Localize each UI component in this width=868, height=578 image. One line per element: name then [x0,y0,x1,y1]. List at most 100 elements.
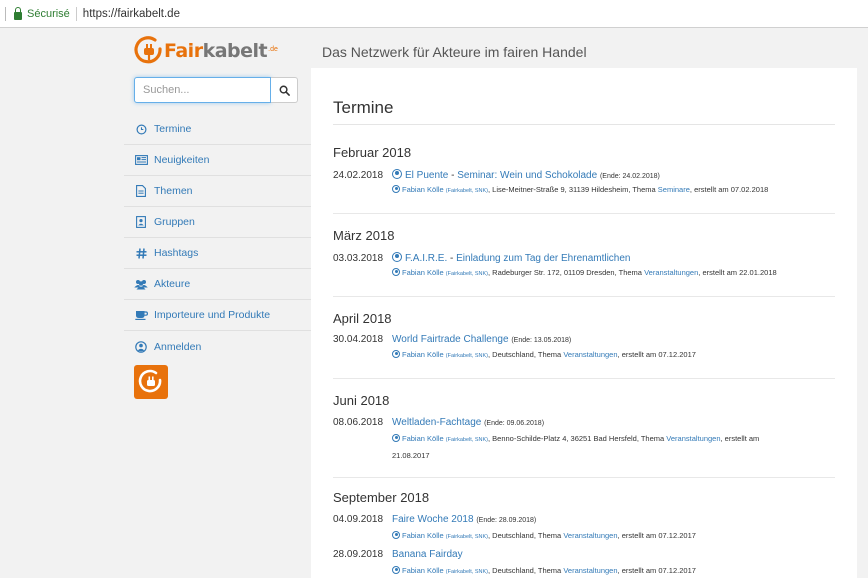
author-link[interactable]: Fabian Kölle [402,350,444,359]
event-title-dash: - [447,253,457,264]
topic-link[interactable]: Veranstaltungen [563,350,617,359]
event-title-link[interactable]: Faire Woche 2018 [392,514,474,525]
user-pin-icon [392,566,400,574]
event-organizer-link[interactable]: El Puente [405,170,448,181]
event-title-link[interactable]: World Fairtrade Challenge [392,334,509,345]
logo-text-b: kabelt [202,40,268,62]
search-icon [279,85,290,96]
fairkabelt-badge[interactable] [134,365,168,399]
month-divider [333,477,835,478]
group-icon [134,215,148,229]
event-title-dash: - [448,170,458,181]
month-divider [333,296,835,297]
document-icon [134,184,148,198]
sidebar-item-gruppen[interactable]: Gruppen [124,207,311,238]
main-panel: Termine Februar 2018 24.02.2018 El Puente… [311,68,868,578]
event-end: (Ende: 24.02.2018) [599,173,660,180]
topic-link[interactable]: Veranstaltungen [666,434,720,443]
sidebar-item-label: Gruppen [154,216,195,228]
logo-plug-icon [134,36,162,64]
event-place: , Lise-Meitner-Straße 9, 31139 Hildeshei… [487,185,658,194]
sidebar-item-label: Termine [154,123,192,135]
event-date: 03.03.2018 [333,253,384,264]
author-org: (Fairkabelt, SNK) [445,188,488,194]
event-date: 24.02.2018 [333,170,384,181]
user-pin-icon [392,169,402,179]
sidebar-item-akteure[interactable]: Akteure [124,269,311,300]
user-pin-icon [392,185,400,193]
topic-link[interactable]: Veranstaltungen [563,566,617,575]
event-meta: Fabian Kölle (Fairkabelt, SNK), Radeburg… [392,265,832,282]
author-link[interactable]: Fabian Kölle [402,434,444,443]
event-place: , Deutschland, Thema [487,350,564,359]
author-org: (Fairkabelt, SNK) [445,437,488,443]
event-title-link[interactable]: Weltladen-Fachtage [392,417,481,428]
event-date: 08.06.2018 [333,417,384,428]
event-place: , Benno-Schilde-Platz 4, 36251 Bad Hersf… [487,434,667,443]
event-title-link[interactable]: Banana Fairday [392,549,463,560]
event-row: 24.02.2018 El Puente - Seminar: Wein und … [333,169,835,181]
author-org: (Fairkabelt, SNK) [445,569,488,575]
event-title-link[interactable]: Seminar: Wein und Schokolade [457,170,597,181]
event-row: 08.06.2018 Weltladen-Fachtage (Ende: 09.0… [333,417,835,428]
event-created: , erstellt am 07.12.2017 [617,350,696,359]
author-link[interactable]: Fabian Kölle [402,268,444,277]
newspaper-icon [134,153,148,167]
sidebar-item-label: Themen [154,185,193,197]
secure-label: Sécurisé [27,7,70,20]
site-tagline: Das Netzwerk für Akteure im fairen Hande… [322,44,587,60]
event-meta: Fabian Kölle (Fairkabelt, SNK), Deutschl… [392,347,832,364]
sidebar-item-label: Hashtags [154,247,199,259]
author-link[interactable]: Fabian Kölle [402,566,444,575]
author-link[interactable]: Fabian Kölle [402,185,444,194]
site-logo[interactable]: Fairkabelt .de [133,33,278,69]
author-link[interactable]: Fabian Kölle [402,531,444,540]
event-place: , Deutschland, Thema [487,531,564,540]
hashtag-icon [134,246,148,260]
author-org: (Fairkabelt, SNK) [445,353,488,359]
logo-text-a: Fair [164,40,203,62]
plug-logo-icon [138,369,162,393]
user-pin-icon [392,268,400,276]
sidebar-item-termine[interactable]: Termine [124,114,311,145]
search-button[interactable] [271,77,298,103]
sidebar-item-importeure[interactable]: Importeure und Produkte [124,300,311,331]
event-row: 30.04.2018 World Fairtrade Challenge (End… [333,334,835,345]
search-input[interactable] [134,77,271,103]
month-divider [333,378,835,379]
title-divider [333,124,835,125]
event-created: , erstellt am 07.12.2017 [617,531,696,540]
event-row: 04.09.2018 Faire Woche 2018 (Ende: 28.09.… [333,514,835,525]
user-pin-icon [392,531,400,539]
sidebar-nav: Termine Neuigkeiten Themen Gruppen Hasht… [124,114,311,362]
topic-link[interactable]: Veranstaltungen [644,268,698,277]
sidebar-item-label: Anmelden [154,340,202,353]
address-separator [75,6,77,21]
address-bar[interactable]: Sécurisé https://fairkabelt.de [0,0,868,28]
sidebar-item-label: Neuigkeiten [154,154,210,166]
event-organizer-link[interactable]: F.A.I.R.E. [405,253,447,264]
sidebar-item-label: Akteure [154,278,191,290]
cup-icon [134,308,148,322]
sidebar-item-neuigkeiten[interactable]: Neuigkeiten [124,145,311,176]
event-title-link[interactable]: Einladung zum Tag der Ehrenamtlichen [456,253,630,264]
user-circle-icon [134,340,148,354]
sidebar-item-anmelden[interactable]: Anmelden [124,331,311,362]
event-meta: Fabian Kölle (Fairkabelt, SNK), Deutschl… [392,528,832,545]
event-place: , Deutschland, Thema [487,566,564,575]
topic-link[interactable]: Veranstaltungen [563,531,617,540]
event-row: 03.03.2018 F.A.I.R.E. - Einladung zum Tag… [333,252,835,264]
event-created: , erstellt am 07.12.2017 [617,566,696,575]
users-icon [134,277,148,291]
logo-suffix: .de [268,45,278,53]
clock-icon [134,122,148,136]
sidebar-item-themen[interactable]: Themen [124,176,311,207]
month-heading: März 2018 [333,228,395,243]
url-text[interactable]: https://fairkabelt.de [83,8,180,20]
event-created: , erstellt am 22.01.2018 [698,268,777,277]
month-heading: April 2018 [333,311,392,326]
topic-link[interactable]: Seminare [658,185,690,194]
lock-icon [14,6,22,20]
sidebar-item-hashtags[interactable]: Hashtags [124,238,311,269]
event-created: , erstellt am 07.02.2018 [689,185,769,194]
